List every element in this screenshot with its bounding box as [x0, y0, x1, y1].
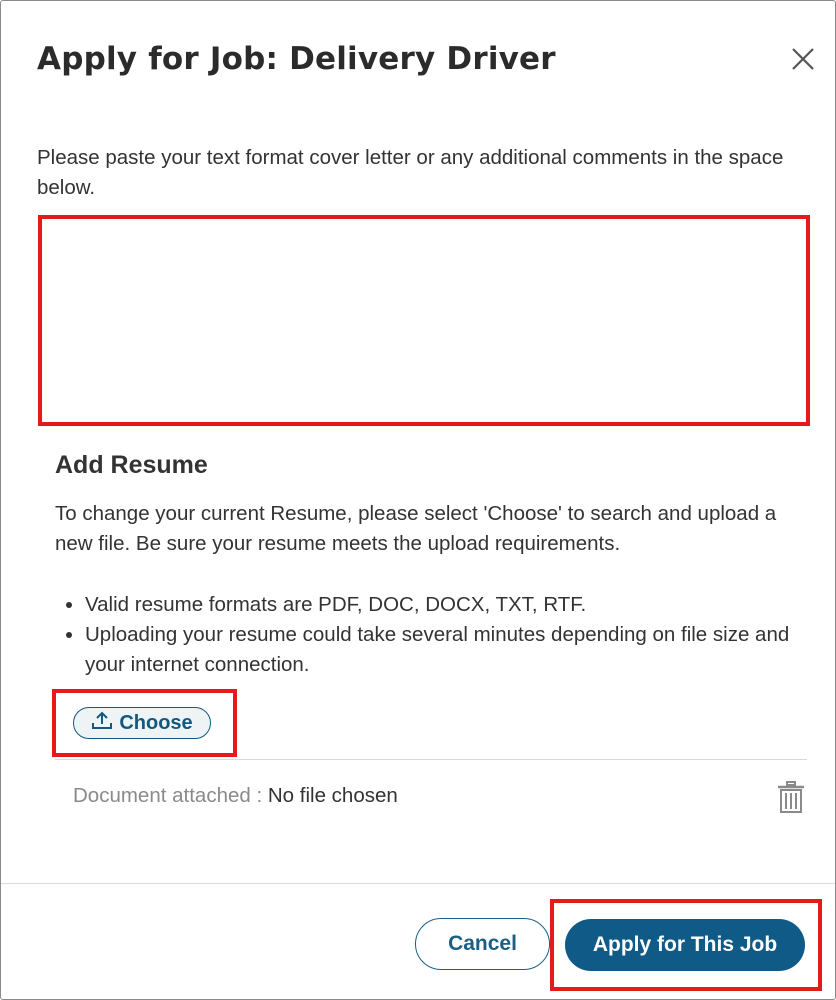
trash-icon[interactable]	[777, 781, 805, 814]
list-item: Uploading your resume could take several…	[85, 620, 805, 680]
cancel-button[interactable]: Cancel	[415, 918, 550, 970]
document-attached-value: No file chosen	[267, 784, 398, 807]
choose-button[interactable]: Choose	[73, 707, 211, 739]
upload-icon	[91, 710, 113, 736]
dialog-title: Apply for Job: Delivery Driver	[37, 41, 556, 77]
add-resume-heading: Add Resume	[55, 451, 208, 479]
apply-button[interactable]: Apply for This Job	[565, 919, 805, 971]
choose-label: Choose	[119, 711, 193, 734]
cover-letter-instructions: Please paste your text format cover lett…	[37, 146, 784, 199]
choose-highlight: Choose	[52, 689, 237, 757]
resume-requirements-list: Valid resume formats are PDF, DOC, DOCX,…	[55, 590, 805, 680]
close-icon[interactable]	[790, 46, 816, 72]
document-attached-label: Document attached :	[73, 784, 263, 807]
apply-highlight: Apply for This Job	[550, 899, 822, 991]
apply-dialog: Apply for Job: Delivery Driver Please pa…	[0, 0, 836, 1000]
document-attached-row: Document attached : No file chosen	[73, 784, 398, 808]
footer-divider	[1, 883, 835, 884]
resume-description: To change your current Resume, please se…	[55, 502, 777, 555]
divider	[55, 759, 807, 760]
list-item: Valid resume formats are PDF, DOC, DOCX,…	[85, 590, 805, 620]
cover-letter-highlight	[38, 215, 810, 426]
cover-letter-textarea[interactable]	[42, 219, 806, 422]
